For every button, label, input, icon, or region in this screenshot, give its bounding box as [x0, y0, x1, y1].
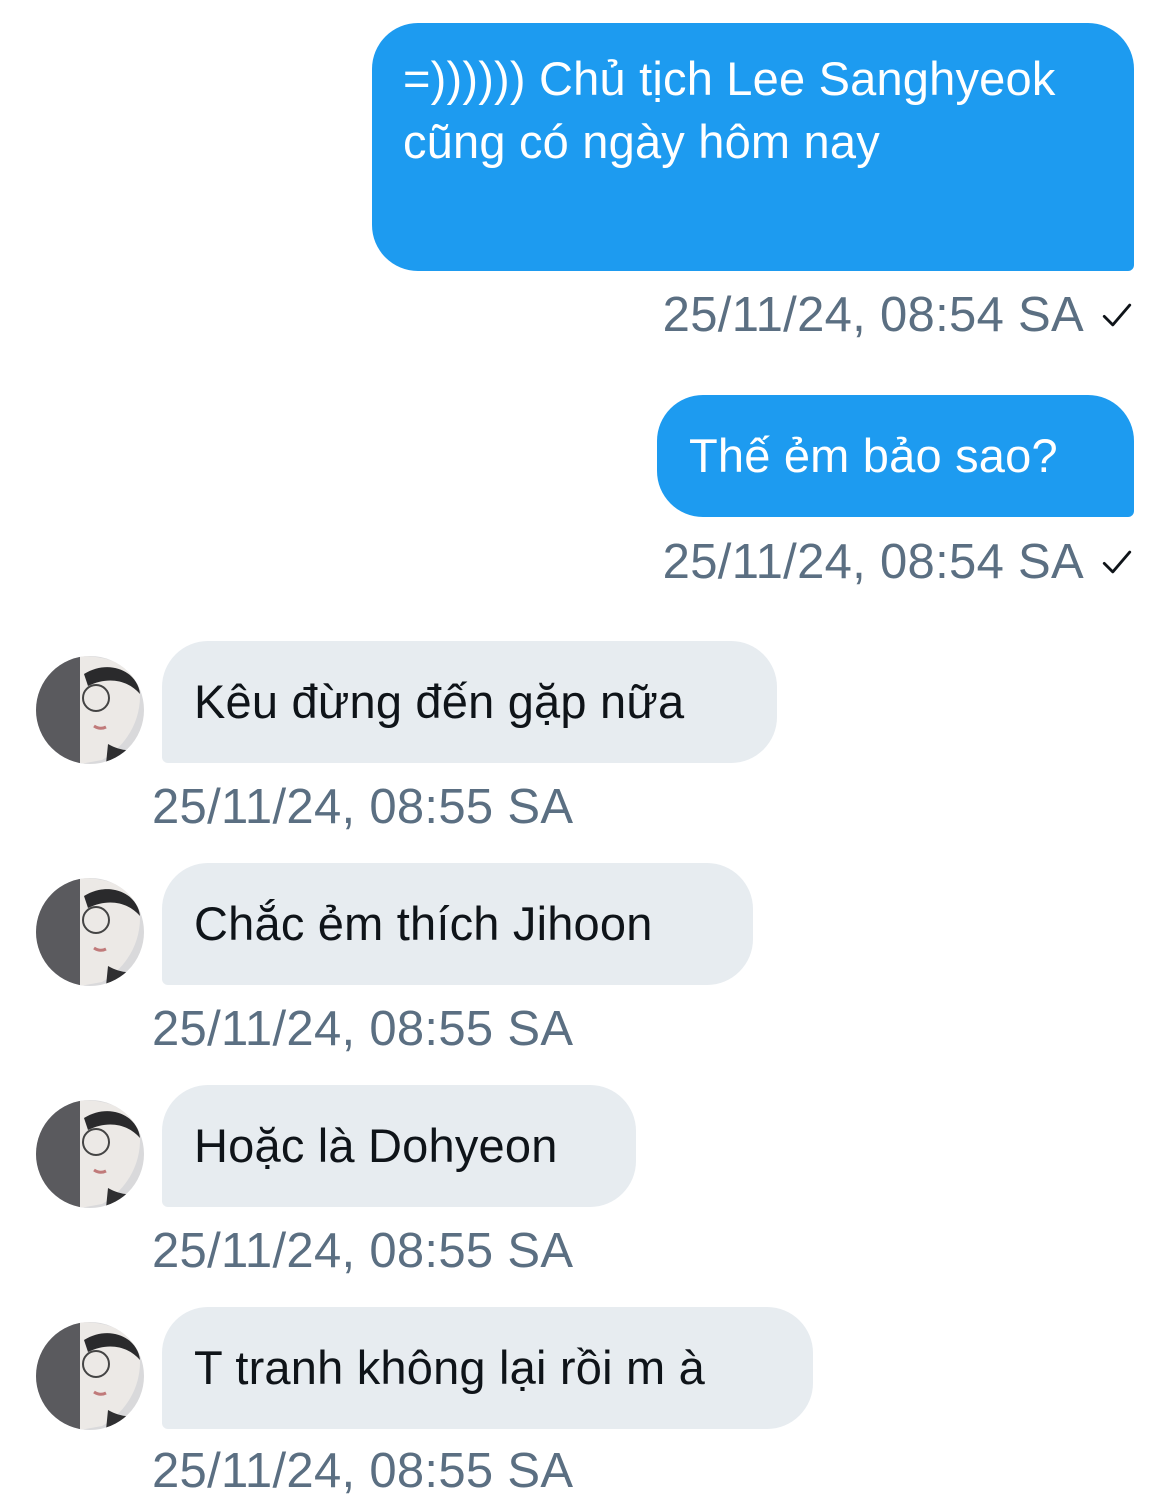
message-timestamp: 25/11/24, 08:55 SA: [152, 1002, 574, 1056]
message-timestamp: 25/11/24, 08:55 SA: [152, 780, 574, 834]
message-timestamp: 25/11/24, 08:54 SA: [662, 535, 1084, 589]
avatar-image: [36, 656, 144, 764]
message-timestamp: 25/11/24, 08:55 SA: [152, 1224, 574, 1278]
message-meta: 25/11/24, 08:54 SA: [663, 285, 1134, 345]
message-bubble-outgoing[interactable]: =)))))) Chủ tịch Lee Sanghyeok cũng có n…: [372, 23, 1134, 271]
message-text: =)))))) Chủ tịch Lee Sanghyeok cũng có n…: [403, 52, 1056, 168]
message-bubble-outgoing[interactable]: Thế ẻm bảo sao?: [657, 395, 1134, 517]
checkmark-icon: [1102, 550, 1132, 574]
avatar[interactable]: [36, 1322, 144, 1430]
avatar[interactable]: [36, 1100, 144, 1208]
checkmark-icon: [1102, 303, 1132, 327]
message-meta: 25/11/24, 08:54 SA: [663, 532, 1134, 592]
message-text: T tranh không lại rồi m à: [194, 1341, 705, 1394]
message-timestamp: 25/11/24, 08:54 SA: [662, 288, 1084, 342]
message-bubble-incoming[interactable]: Hoặc là Dohyeon: [162, 1085, 636, 1207]
avatar[interactable]: [36, 878, 144, 986]
message-text: Thế ẻm bảo sao?: [689, 429, 1058, 482]
avatar-image: [36, 878, 144, 986]
message-bubble-incoming[interactable]: Kêu đừng đến gặp nữa: [162, 641, 777, 763]
message-text: Hoặc là Dohyeon: [194, 1119, 558, 1172]
avatar-image: [36, 1322, 144, 1430]
message-text: Kêu đừng đến gặp nữa: [194, 675, 685, 728]
message-bubble-incoming[interactable]: T tranh không lại rồi m à: [162, 1307, 813, 1429]
message-text: Chắc ẻm thích Jihoon: [194, 897, 653, 950]
message-timestamp: 25/11/24, 08:55 SA: [152, 1444, 574, 1498]
avatar-image: [36, 1100, 144, 1208]
message-bubble-incoming[interactable]: Chắc ẻm thích Jihoon: [162, 863, 753, 985]
avatar[interactable]: [36, 656, 144, 764]
